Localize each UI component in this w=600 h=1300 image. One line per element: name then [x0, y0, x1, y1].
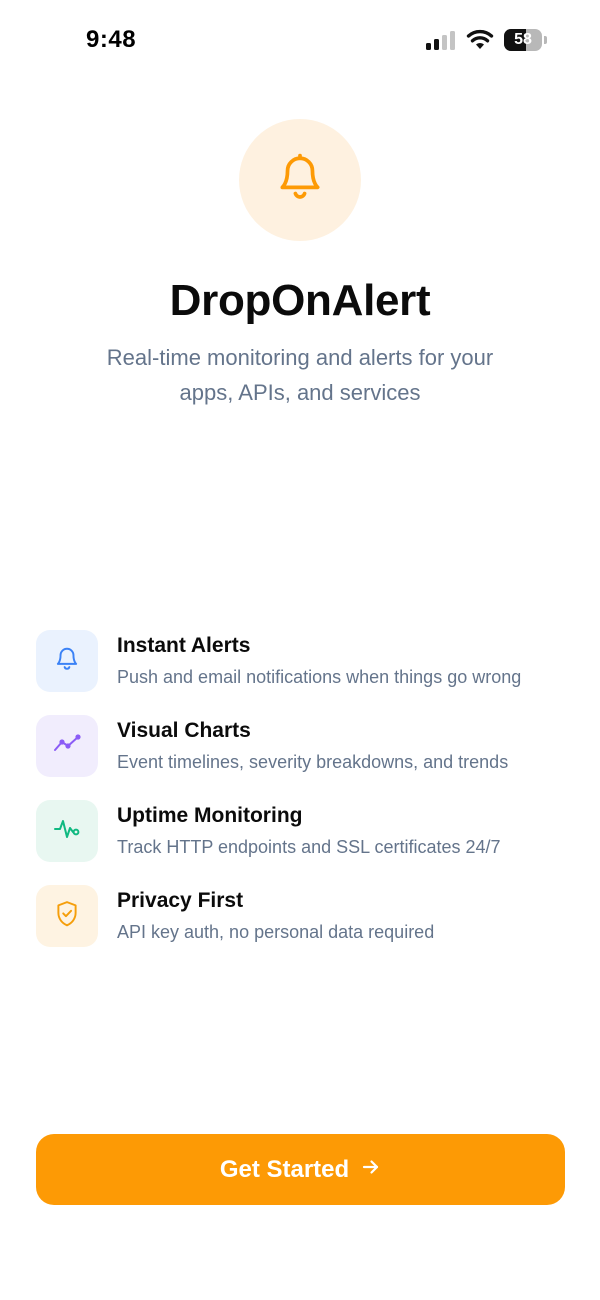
feature-uptime-monitoring: Uptime Monitoring Track HTTP endpoints a… — [36, 800, 576, 885]
feature-description: Push and email notifications when things… — [117, 667, 522, 687]
get-started-button[interactable]: Get Started — [36, 1134, 565, 1205]
feature-title: Instant Alerts — [117, 634, 251, 657]
battery-percent: 58 — [514, 31, 532, 48]
battery-body: 58 — [504, 29, 542, 51]
feature-title: Visual Charts — [117, 719, 251, 742]
app-subtitle: Real-time monitoring and alerts for your… — [106, 345, 494, 405]
status-time: 9:48 — [86, 26, 137, 53]
wifi-icon — [466, 28, 494, 55]
status-bar: 9:48 58 — [0, 0, 600, 80]
app-title: DropOnAlert — [169, 276, 431, 325]
cellular-signal-icon — [426, 30, 458, 55]
get-started-label: Get Started — [219, 1155, 350, 1183]
feature-description: Track HTTP endpoints and SSL certificate… — [117, 837, 501, 857]
feature-instant-alerts: Instant Alerts Push and email notificati… — [36, 630, 576, 715]
feature-description: Event timelines, severity breakdowns, an… — [117, 752, 509, 772]
trend-chart-icon — [53, 733, 81, 760]
feature-list: Instant Alerts Push and email notificati… — [36, 630, 576, 970]
feature-visual-charts: Visual Charts Event timelines, severity … — [36, 715, 576, 800]
feature-description: API key auth, no personal data required — [117, 922, 435, 942]
feature-icon-container — [36, 800, 98, 862]
feature-title: Uptime Monitoring — [117, 804, 303, 827]
bell-icon — [54, 645, 80, 678]
arrow-right-icon — [361, 1156, 381, 1184]
pulse-icon — [53, 817, 81, 846]
shield-check-icon — [54, 900, 80, 933]
feature-icon-container — [36, 630, 98, 692]
feature-icon-container — [36, 715, 98, 777]
hero-icon-container — [239, 119, 361, 241]
welcome-screen: 9:48 58 DropOnAlert Real-time monitoring… — [0, 0, 600, 1300]
battery-icon: 58 — [504, 29, 547, 51]
battery-cap — [544, 36, 547, 44]
bell-icon — [275, 151, 325, 210]
feature-title: Privacy First — [117, 889, 244, 912]
feature-icon-container — [36, 885, 98, 947]
feature-privacy-first: Privacy First API key auth, no personal … — [36, 885, 576, 970]
